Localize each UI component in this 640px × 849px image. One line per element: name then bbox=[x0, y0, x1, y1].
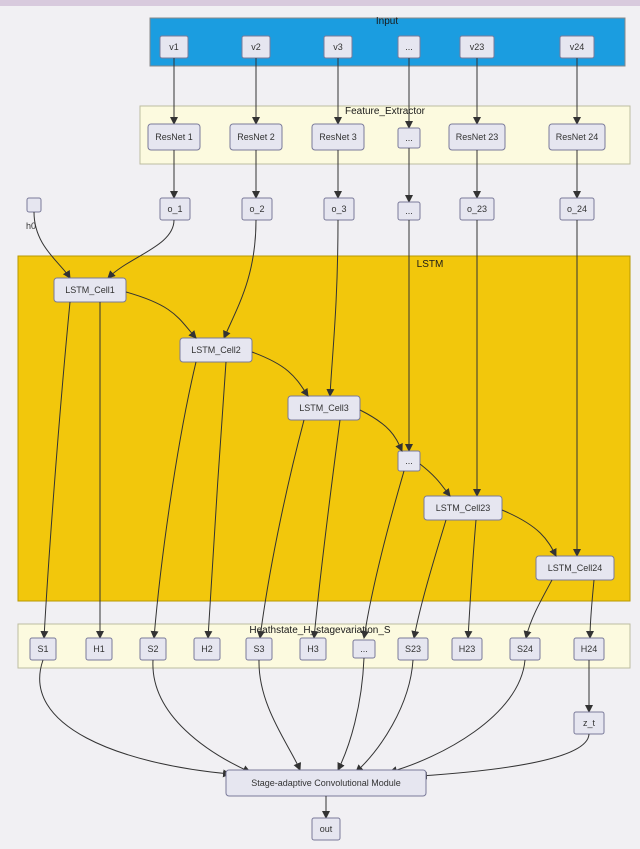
node-resnet24: ResNet 24 bbox=[556, 132, 599, 142]
node-h24: H24 bbox=[581, 644, 598, 654]
node-h1: H1 bbox=[93, 644, 105, 654]
node-lstm24: LSTM_Cell24 bbox=[548, 563, 603, 573]
node-resnet-ell: ... bbox=[405, 133, 413, 143]
node-resnet3: ResNet 3 bbox=[319, 132, 357, 142]
node-s2: S2 bbox=[147, 644, 158, 654]
diagram-stage: Input Feature_Extractor LSTM Heathstate_… bbox=[0, 0, 640, 849]
diagram-svg: Input Feature_Extractor LSTM Heathstate_… bbox=[0, 6, 640, 849]
panel-input-title: Input bbox=[376, 16, 398, 27]
node-s1: S1 bbox=[37, 644, 48, 654]
node-v24: v24 bbox=[570, 42, 585, 52]
node-o23: o_23 bbox=[467, 204, 487, 214]
node-out: out bbox=[320, 824, 333, 834]
node-h0-box bbox=[27, 198, 41, 212]
node-v-ell: ... bbox=[405, 42, 413, 52]
node-s23: S23 bbox=[405, 644, 421, 654]
node-stage-module-label: Stage-adaptive Convolutional Module bbox=[251, 778, 401, 788]
node-s24: S24 bbox=[517, 644, 533, 654]
node-lstm-ell: ... bbox=[405, 456, 413, 466]
node-o24: o_24 bbox=[567, 204, 587, 214]
o-row: o_1 o_2 o_3 ... o_23 o_24 bbox=[160, 198, 594, 220]
node-v23: v23 bbox=[470, 42, 485, 52]
node-o-ell: ... bbox=[405, 206, 413, 216]
node-sh-ell: ... bbox=[360, 644, 368, 654]
node-h3: H3 bbox=[307, 644, 319, 654]
node-resnet2: ResNet 2 bbox=[237, 132, 275, 142]
node-o1: o_1 bbox=[167, 204, 182, 214]
node-v1: v1 bbox=[169, 42, 179, 52]
panel-lstm-title: LSTM bbox=[417, 259, 444, 270]
node-lstm3: LSTM_Cell3 bbox=[299, 403, 349, 413]
node-lstm1: LSTM_Cell1 bbox=[65, 285, 115, 295]
node-v3: v3 bbox=[333, 42, 343, 52]
panel-hs-title: Heathstate_H_stagevariation_S bbox=[249, 625, 391, 636]
node-resnet23: ResNet 23 bbox=[456, 132, 499, 142]
node-o3: o_3 bbox=[331, 204, 346, 214]
node-h23: H23 bbox=[459, 644, 476, 654]
node-zt: z_t bbox=[583, 718, 596, 728]
node-v2: v2 bbox=[251, 42, 261, 52]
panel-feature-title: Feature_Extractor bbox=[345, 106, 426, 117]
node-resnet1: ResNet 1 bbox=[155, 132, 193, 142]
node-s3: S3 bbox=[253, 644, 264, 654]
node-lstm23: LSTM_Cell23 bbox=[436, 503, 491, 513]
node-o2: o_2 bbox=[249, 204, 264, 214]
node-lstm2: LSTM_Cell2 bbox=[191, 345, 241, 355]
node-h2: H2 bbox=[201, 644, 213, 654]
